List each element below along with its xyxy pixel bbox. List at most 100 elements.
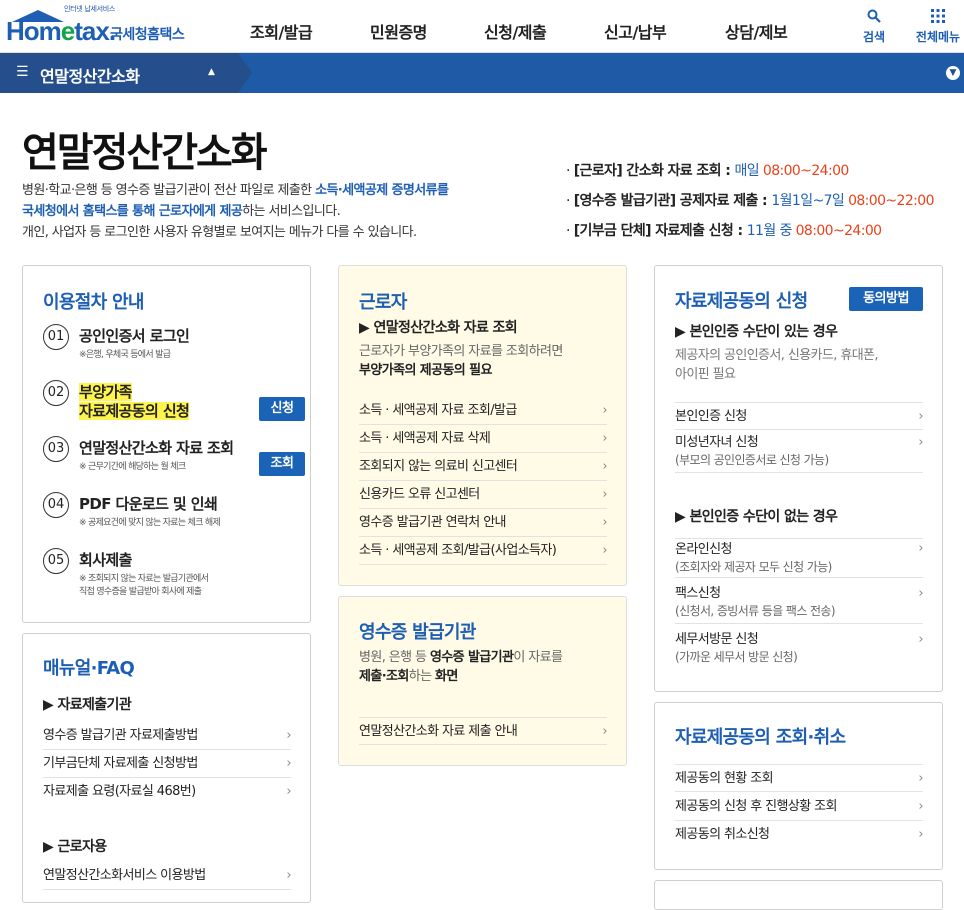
location-title: 연말정산간소화 — [40, 67, 140, 86]
consent-lookup-status[interactable]: 제공동의 현황 조회 › — [675, 764, 924, 792]
step-number: 05 — [43, 548, 69, 574]
chevron-right-icon: › — [286, 728, 291, 743]
all-menu-button[interactable]: 전체메뉴 — [912, 8, 964, 45]
chevron-right-icon: › — [602, 459, 607, 474]
step-note-line2: 직접 영수증을 발급받아 회사에 제출 — [79, 587, 202, 597]
step-note-line1: ※ 조회되지 않는 자료는 발급기관에서 — [79, 574, 209, 584]
schedule-donation: · [기부금 단체] 자료제출 신청 : 11월 중 08:00~24:00 — [566, 223, 882, 239]
manual-faq-title: 매뉴얼·FAQ — [43, 658, 135, 679]
consent-sub-with-auth: ▶ 본인인증 수단이 있는 경우 — [675, 324, 838, 340]
worker-link-business-income[interactable]: 소득 · 세액공제 조회/발급(사업소득자) › — [359, 537, 608, 565]
chevron-right-icon: › — [918, 586, 923, 601]
issuer-link-submission-guide[interactable]: 연말정산간소화 자료 제출 안내 › — [359, 717, 608, 745]
nav-apply-submit[interactable]: 신청/제출 — [484, 19, 547, 43]
step-title: 공인인증서 로그인 — [79, 327, 190, 345]
chevron-down-icon[interactable]: ▼ — [946, 66, 960, 80]
consent-method-button[interactable]: 동의방법 — [849, 287, 923, 311]
manual-faq-panel: 매뉴얼·FAQ ▶ 자료제출기관 영수증 발급기관 자료제출방법 › 기부금단체 … — [22, 633, 311, 903]
manual-link-issuer-submission[interactable]: 영수증 발급기관 자료제출방법 › — [43, 722, 292, 750]
step-number: 01 — [43, 324, 69, 350]
consent-link-minor-child[interactable]: 미성년자녀 신청 (부모의 공인인증서로 신청 가능) › — [675, 433, 924, 473]
step-note: ※은행, 우체국 등에서 발급 — [79, 350, 171, 360]
chevron-right-icon: › — [602, 543, 607, 558]
search-button[interactable]: 검색 — [854, 8, 894, 45]
search-icon — [854, 8, 894, 28]
caret-up-icon: ▲ — [208, 67, 215, 77]
hometax-logo[interactable]: 인터넷 납세서비스 Hometax. 국세청홈택스 — [4, 4, 194, 48]
chevron-right-icon: › — [602, 724, 607, 739]
step-number: 02 — [43, 380, 69, 406]
consent-apply-title: 자료제공동의 신청 — [675, 291, 808, 312]
chevron-right-icon: › — [918, 827, 923, 842]
procedure-title: 이용절차 안내 — [43, 292, 144, 313]
chevron-right-icon: › — [918, 409, 923, 424]
page-title: 연말정산간소화 — [22, 130, 268, 176]
nav-consult-report[interactable]: 상담/제보 — [725, 19, 788, 43]
top-header: 인터넷 납세서비스 Hometax. 국세청홈택스 조회/발급 민원증명 신청/… — [0, 0, 964, 53]
chevron-right-icon: › — [918, 541, 923, 556]
intro-line-3: 개인, 사업자 등 로그인한 사용자 유형별로 보여지는 메뉴가 다를 수 있습… — [22, 225, 417, 240]
chevron-right-icon: › — [286, 784, 291, 799]
step-title: PDF 다운로드 및 인쇄 — [79, 495, 218, 513]
intro-line-1: 병원·학교·은행 등 영수증 발급기관이 전산 파일로 제출한 소득·세액공제 … — [22, 183, 449, 198]
data-inquiry-button[interactable]: 조회 — [259, 452, 305, 476]
step-title: 연말정산간소화 자료 조회 — [79, 439, 234, 457]
chevron-right-icon: › — [286, 868, 291, 883]
nav-report-pay[interactable]: 신고/납부 — [604, 19, 667, 43]
worker-link-deduction-inquiry[interactable]: 소득 · 세액공제 자료 조회/발급 › — [359, 397, 608, 425]
location-crumb[interactable]: ☰ 연말정산간소화 ▲ — [0, 53, 252, 93]
step-title-line2: 자료제공동의 신청 — [79, 402, 190, 420]
chevron-right-icon: › — [602, 487, 607, 502]
worker-link-deduction-delete[interactable]: 소득 · 세액공제 자료 삭제 › — [359, 425, 608, 453]
next-panel-edge — [654, 880, 943, 910]
worker-link-medical-report[interactable]: 조회되지 않는 의료비 신고센터 › — [359, 453, 608, 481]
dependent-consent-apply-button[interactable]: 신청 — [259, 397, 305, 421]
consent-auth-description: 제공자의 공인인증서, 신용카드, 휴대폰, 아이핀 필요 — [675, 348, 879, 382]
location-bar: ☰ 연말정산간소화 ▲ ▼ — [0, 53, 964, 93]
manual-link-submission-guide[interactable]: 자료제출 요령(자료실 468번) › — [43, 778, 292, 806]
consent-link-online[interactable]: 온라인신청 (조회자와 제공자 모두 신청 가능) › — [675, 538, 924, 578]
chevron-right-icon: › — [918, 771, 923, 786]
consent-link-fax[interactable]: 팩스신청 (신청서, 증빙서류 등을 팩스 전송) › — [675, 584, 924, 624]
chevron-right-icon: › — [602, 431, 607, 446]
consent-lookup-panel: 자료제공동의 조회·취소 제공동의 현황 조회 › 제공동의 신청 후 진행상황 … — [654, 702, 943, 870]
worker-link-card-error[interactable]: 신용카드 오류 신고센터 › — [359, 481, 608, 509]
worker-subtitle: ▶ 연말정산간소화 자료 조회 — [359, 320, 518, 336]
schedule-worker: · [근로자] 간소화 자료 조회 : 매일 08:00~24:00 — [566, 163, 849, 179]
all-menu-label: 전체메뉴 — [915, 30, 961, 44]
schedule-issuer: · [영수증 발급기관] 공제자료 제출 : 1월1일~7일 08:00~22:… — [566, 193, 934, 209]
worker-link-issuer-contact[interactable]: 영수증 발급기관 연락처 안내 › — [359, 509, 608, 537]
procedure-panel: 이용절차 안내 01 공인인증서 로그인 ※은행, 우체국 등에서 발급 02 … — [22, 265, 311, 623]
step-note: ※ 근무기간에 해당하는 월 체크 — [79, 462, 186, 472]
worker-title: 근로자 — [359, 292, 407, 313]
consent-link-tax-office-visit[interactable]: 세무서방문 신청 (가까운 세무서 방문 신청) › — [675, 630, 924, 670]
logo-korean-name: 국세청홈택스 — [110, 27, 185, 43]
chevron-right-icon: › — [918, 435, 923, 450]
step-number: 04 — [43, 492, 69, 518]
nav-inquiry-issue[interactable]: 조회/발급 — [250, 19, 313, 43]
step-number: 03 — [43, 436, 69, 462]
manual-section-workers: ▶ 근로자용 — [43, 839, 107, 855]
step-title-line1: 부양가족 — [79, 383, 132, 401]
receipt-issuer-title: 영수증 발급기관 — [359, 622, 476, 643]
logo-tagline: 인터넷 납세서비스 — [64, 5, 116, 13]
intro-line-2: 국세청에서 홈택스를 통해 근로자에게 제공하는 서비스입니다. — [22, 204, 341, 219]
chevron-right-icon: › — [602, 515, 607, 530]
manual-link-donation-apply[interactable]: 기부금단체 자료제출 신청방법 › — [43, 750, 292, 778]
manual-link-service-usage[interactable]: 연말정산간소화서비스 이용방법 › — [43, 862, 292, 890]
worker-description: 근로자가 부양가족의 자료를 조회하려면 부양가족의 제공동의 필요 — [359, 344, 563, 378]
chevron-right-icon: › — [602, 403, 607, 418]
nav-civil-certificate[interactable]: 민원증명 — [370, 19, 427, 43]
receipt-issuer-panel: 영수증 발급기관 병원, 은행 등 영수증 발급기관이 자료를 제출·조회하는 화… — [338, 596, 627, 766]
consent-link-self-auth[interactable]: 본인인증 신청 › — [675, 402, 924, 430]
consent-lookup-progress[interactable]: 제공동의 신청 후 진행상황 조회 › — [675, 793, 924, 821]
chevron-right-icon: › — [918, 799, 923, 814]
consent-sub-without-auth: ▶ 본인인증 수단이 없는 경우 — [675, 509, 838, 525]
consent-lookup-cancel[interactable]: 제공동의 취소신청 › — [675, 821, 924, 849]
grid-menu-icon — [912, 8, 964, 28]
consent-lookup-title: 자료제공동의 조회·취소 — [675, 727, 846, 748]
receipt-issuer-description: 병원, 은행 등 영수증 발급기관이 자료를 제출·조회하는 화면 — [359, 650, 563, 684]
step-note: ※ 공제요건에 맞지 않는 자료는 체크 해제 — [79, 518, 221, 528]
manual-section-institutions: ▶ 자료제출기관 — [43, 697, 132, 713]
search-label: 검색 — [862, 30, 886, 44]
